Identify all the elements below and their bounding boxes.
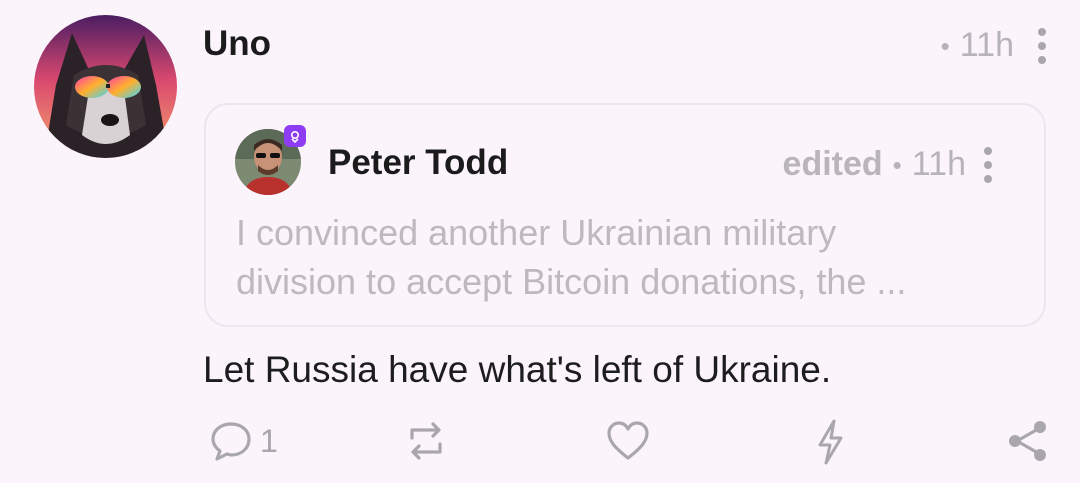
separator-dot: •	[940, 30, 950, 61]
repost-button[interactable]	[402, 418, 450, 464]
quoted-note[interactable]: Peter Todd edited • 11h I convinced anot…	[204, 103, 1046, 327]
quoted-timestamp: 11h	[911, 145, 966, 183]
action-bar: 1	[0, 418, 1080, 474]
post-meta: • 11h	[941, 26, 1046, 65]
zap-icon	[818, 419, 843, 465]
zap-button[interactable]	[812, 418, 848, 466]
reply-count: 1	[260, 422, 278, 459]
author-name[interactable]: Uno	[203, 24, 271, 64]
author-avatar[interactable]	[34, 15, 177, 158]
verified-badge-icon	[284, 125, 306, 147]
separator-dot: •	[892, 149, 902, 180]
more-options-icon[interactable]	[1038, 27, 1046, 64]
reply-button[interactable]: 1	[208, 418, 278, 464]
quoted-author-name[interactable]: Peter Todd	[328, 143, 508, 183]
heart-icon	[607, 421, 649, 460]
edited-label: edited	[782, 145, 883, 183]
quoted-text-line: division to accept Bitcoin donations, th…	[236, 261, 907, 302]
quoted-text-line: I convinced another Ukrainian military	[236, 212, 837, 253]
share-button[interactable]	[1005, 418, 1051, 464]
quoted-meta: edited • 11h	[783, 145, 966, 184]
quoted-text: I convinced another Ukrainian military d…	[236, 208, 1026, 306]
note-body: Let Russia have what's left of Ukraine.	[203, 349, 832, 390]
note-card: Uno • 11h Peter Todd edited • 11h I conv…	[0, 0, 1080, 483]
quoted-more-options-icon[interactable]	[984, 147, 992, 183]
comment-icon	[211, 422, 251, 461]
share-icon	[1009, 421, 1046, 461]
post-timestamp: 11h	[959, 26, 1014, 64]
repost-icon	[410, 422, 442, 460]
like-button[interactable]	[605, 418, 651, 464]
